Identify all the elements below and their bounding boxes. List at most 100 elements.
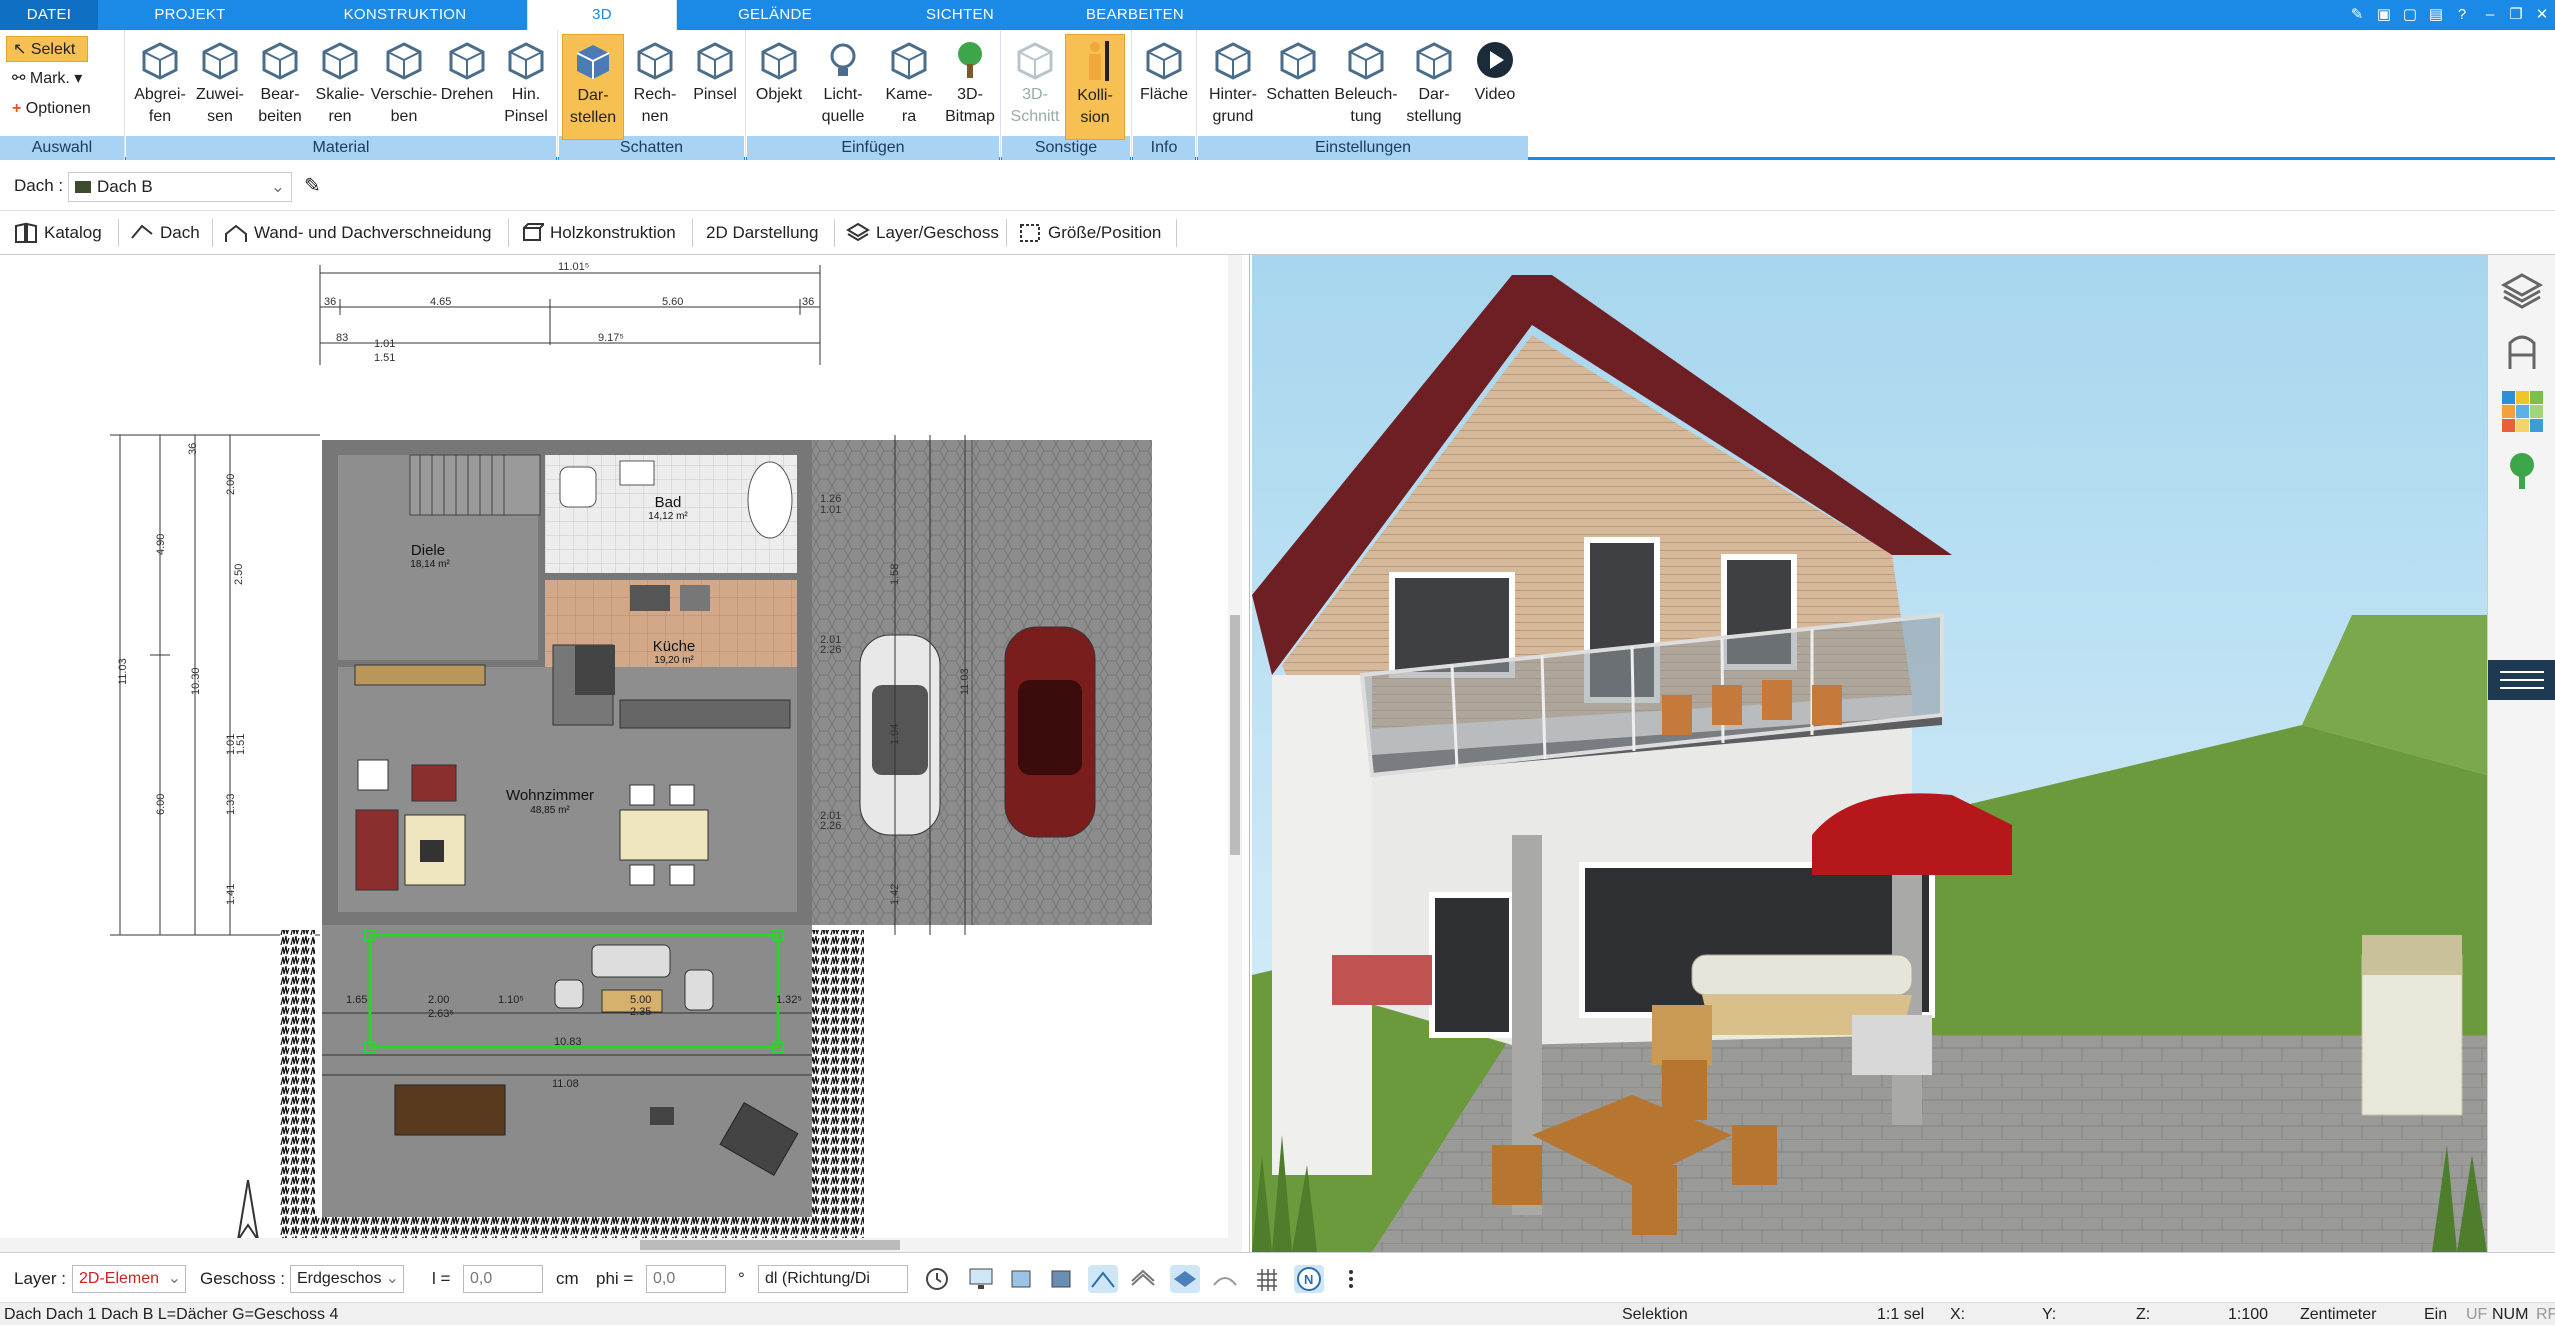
ribbon-label: stellen: [569, 109, 617, 126]
layer-select[interactable]: 2D-Elemen ⌄: [72, 1265, 186, 1293]
chair-icon: [761, 42, 797, 80]
layer-geschoss-button[interactable]: Layer/Geschoss: [840, 217, 999, 249]
optionen-button[interactable]: + Optionen: [6, 96, 97, 122]
plan-scrollbar-v[interactable]: [1230, 615, 1240, 855]
length-input[interactable]: 0,0: [463, 1265, 543, 1293]
tab-konstruktion[interactable]: KONSTRUKTION: [320, 0, 490, 30]
schatten-button-2[interactable]: Pinsel: [686, 34, 744, 140]
geschoss-select[interactable]: Erdgeschos ⌄: [290, 1265, 404, 1293]
plane-icon[interactable]: [1170, 1265, 1200, 1293]
einstellungen-button-1[interactable]: Schatten: [1265, 34, 1331, 140]
north-arrow-icon: [237, 1179, 259, 1241]
window-icon[interactable]: ▢: [2398, 3, 2422, 27]
more-options-icon[interactable]: [1336, 1265, 1366, 1293]
holzkonstruktion-button[interactable]: Holzkonstruktion: [514, 217, 676, 249]
dim-label: 6.00: [155, 794, 167, 815]
ribbon-label: Hin.: [511, 86, 541, 103]
mark-button[interactable]: ⚯ Mark. ▾: [6, 66, 88, 92]
material-palette-icon[interactable]: [2500, 389, 2544, 433]
help-icon[interactable]: ?: [2450, 3, 2474, 27]
restore-icon[interactable]: ❐: [2504, 3, 2528, 27]
phi-input[interactable]: 0,0: [646, 1265, 726, 1293]
verschneidung-button[interactable]: Wand- und Dachverschneidung: [218, 217, 492, 249]
material-button-3[interactable]: Skalie-ren: [310, 34, 370, 140]
grid-icon[interactable]: [1252, 1265, 1282, 1293]
status-unit: Zentimeter: [2300, 1306, 2377, 1323]
menu-toggle-button[interactable]: [2488, 660, 2555, 700]
schatten-button-0[interactable]: Dar-stellen: [562, 34, 624, 140]
floor-plan-view[interactable]: 11.01⁵ 4.65 5.60 9.17⁵ 36 36 83 1.01 1.5…: [0, 255, 1250, 1252]
dim-label: 5.60: [662, 296, 683, 308]
einstellungen-button-2[interactable]: Beleuch-tung: [1331, 34, 1401, 140]
edit-pencil-icon[interactable]: ✎: [304, 173, 321, 198]
info-button-0[interactable]: Fläche: [1136, 34, 1192, 140]
material-button-6[interactable]: Hin. Pinsel: [496, 34, 556, 140]
tab-bearbeiten[interactable]: BEARBEITEN: [1050, 0, 1220, 30]
tab-gelaende[interactable]: GELÄNDE: [700, 0, 850, 30]
terrace[interactable]: [322, 925, 812, 1217]
groesse-position-button[interactable]: Größe/Position: [1012, 217, 1161, 249]
material-button-5[interactable]: Drehen: [438, 34, 496, 140]
clock-icon[interactable]: [922, 1265, 952, 1293]
material-button-4[interactable]: Verschie-ben: [370, 34, 438, 140]
schatten-button-1[interactable]: Rech-nen: [624, 34, 686, 140]
material-button-0[interactable]: Abgrei-fen: [130, 34, 190, 140]
lightbulb-icon: [830, 43, 856, 76]
einfuegen-button-1[interactable]: Licht-quelle: [808, 34, 878, 140]
tab-sichten[interactable]: SICHTEN: [890, 0, 1030, 30]
terrain-icon[interactable]: [1210, 1265, 1240, 1293]
north-icon[interactable]: N: [1294, 1265, 1324, 1293]
hatch-icon[interactable]: [1128, 1265, 1158, 1293]
status-ein: Ein: [2424, 1306, 2448, 1323]
sub-toolbar: Katalog Dach Wand- und Dachverschneidung…: [0, 211, 2555, 255]
3d-view[interactable]: [1252, 255, 2487, 1252]
dim-label: 4.90: [155, 534, 167, 555]
dim-label: 36: [802, 296, 814, 308]
katalog-button[interactable]: Katalog: [8, 217, 102, 249]
objects-icon[interactable]: [1006, 1265, 1036, 1293]
tree-icon[interactable]: [2500, 449, 2544, 493]
monitor-icon[interactable]: [966, 1265, 996, 1293]
tab-3d[interactable]: 3D: [527, 0, 677, 30]
minimize-icon[interactable]: –: [2478, 3, 2502, 27]
cube-icon[interactable]: ▣: [2372, 3, 2396, 27]
person-icon: [1089, 41, 1109, 81]
direction-select[interactable]: dl (Richtung/Di: [758, 1265, 908, 1293]
print-icon[interactable]: ▤: [2424, 3, 2448, 27]
material-button-2[interactable]: Bear-beiten: [250, 34, 310, 140]
room-label-diele: Diele: [411, 542, 445, 559]
close-icon[interactable]: ✕: [2530, 3, 2554, 27]
dim-label: 2.35: [630, 1006, 651, 1018]
einstellungen-button-0[interactable]: Hinter-grund: [1201, 34, 1265, 140]
status-selection-info: Dach Dach 1 Dach B L=Dächer G=Geschoss 4: [4, 1306, 339, 1323]
ribbon-label: Rech-: [633, 86, 677, 103]
element-select[interactable]: Dach B ⌄: [68, 172, 292, 202]
selekt-button[interactable]: ↖ Selekt: [6, 36, 88, 62]
phi-unit: °: [738, 1269, 745, 1288]
einfuegen-button-3[interactable]: 3D- Bitmap: [940, 34, 1000, 140]
einstellungen-button-3[interactable]: Dar-stellung: [1401, 34, 1467, 140]
roof-view-icon[interactable]: [1088, 1265, 1118, 1293]
paint-roller-icon: [202, 42, 238, 80]
layers-stack-icon[interactable]: [1046, 1265, 1076, 1293]
tab-projekt[interactable]: PROJEKT: [120, 0, 260, 30]
einfuegen-button-0[interactable]: Objekt: [750, 34, 808, 140]
einfuegen-button-2[interactable]: Kame-ra: [878, 34, 940, 140]
ribbon-label: Zuwei-: [195, 86, 244, 103]
einstellungen-button-4[interactable]: Video: [1467, 34, 1523, 140]
ribbon-label: nen: [641, 108, 669, 125]
tab-datei[interactable]: DATEI: [0, 0, 98, 30]
sonstige-button-0[interactable]: 3D- Schnitt: [1005, 34, 1065, 140]
darstellung-2d-button[interactable]: 2D Darstellung: [698, 217, 818, 249]
material-button-1[interactable]: Zuwei-sen: [190, 34, 250, 140]
sonstige-button-1[interactable]: Kolli-sion: [1065, 34, 1125, 140]
ribbon-label: Bitmap: [945, 108, 995, 125]
ribbon-label: Licht-: [823, 86, 863, 103]
plan-scrollbar-h[interactable]: [640, 1240, 900, 1250]
chair-icon[interactable]: [2500, 329, 2544, 373]
dim-label: 2.26: [820, 820, 841, 832]
layers-icon[interactable]: [2500, 269, 2544, 313]
ribbon-label: Pinsel: [693, 86, 737, 103]
dach-button[interactable]: Dach: [124, 217, 200, 249]
tools-icon[interactable]: ✎: [2345, 3, 2369, 27]
